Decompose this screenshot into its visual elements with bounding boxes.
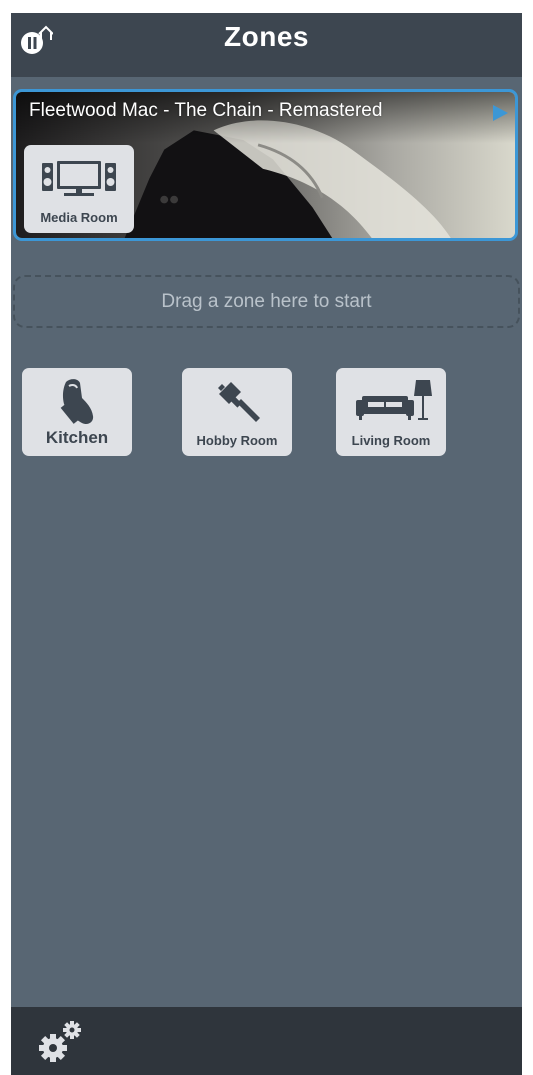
gears-icon[interactable]: [35, 1019, 85, 1065]
zone-card-living-room[interactable]: Living Room: [336, 368, 446, 456]
drop-zone[interactable]: Drag a zone here to start: [13, 275, 520, 328]
zone-label: Living Room: [351, 433, 431, 448]
zone-card-media-room[interactable]: Media Room: [24, 145, 134, 233]
play-icon[interactable]: [491, 104, 509, 122]
sofa-lamp-icon: [356, 380, 432, 420]
zone-label: Hobby Room: [196, 433, 278, 448]
zone-card-kitchen[interactable]: Kitchen: [22, 368, 132, 456]
footer-bar: [11, 1007, 522, 1075]
header-bar: Zones: [11, 13, 522, 77]
paintbrush-icon: [218, 382, 260, 422]
page-title: Zones: [224, 21, 309, 52]
oven-mitt-icon: [60, 379, 94, 425]
zone-label: Media Room: [40, 210, 118, 225]
tv-speakers-icon: [42, 161, 116, 196]
zone-card-hobby-room[interactable]: Hobby Room: [182, 368, 292, 456]
now-playing-track: Fleetwood Mac - The Chain - Remastered: [29, 100, 383, 121]
zone-label: Kitchen: [45, 428, 109, 447]
zones-app: Zones Fleetwood Mac - The Chain - Remast…: [11, 13, 522, 1075]
